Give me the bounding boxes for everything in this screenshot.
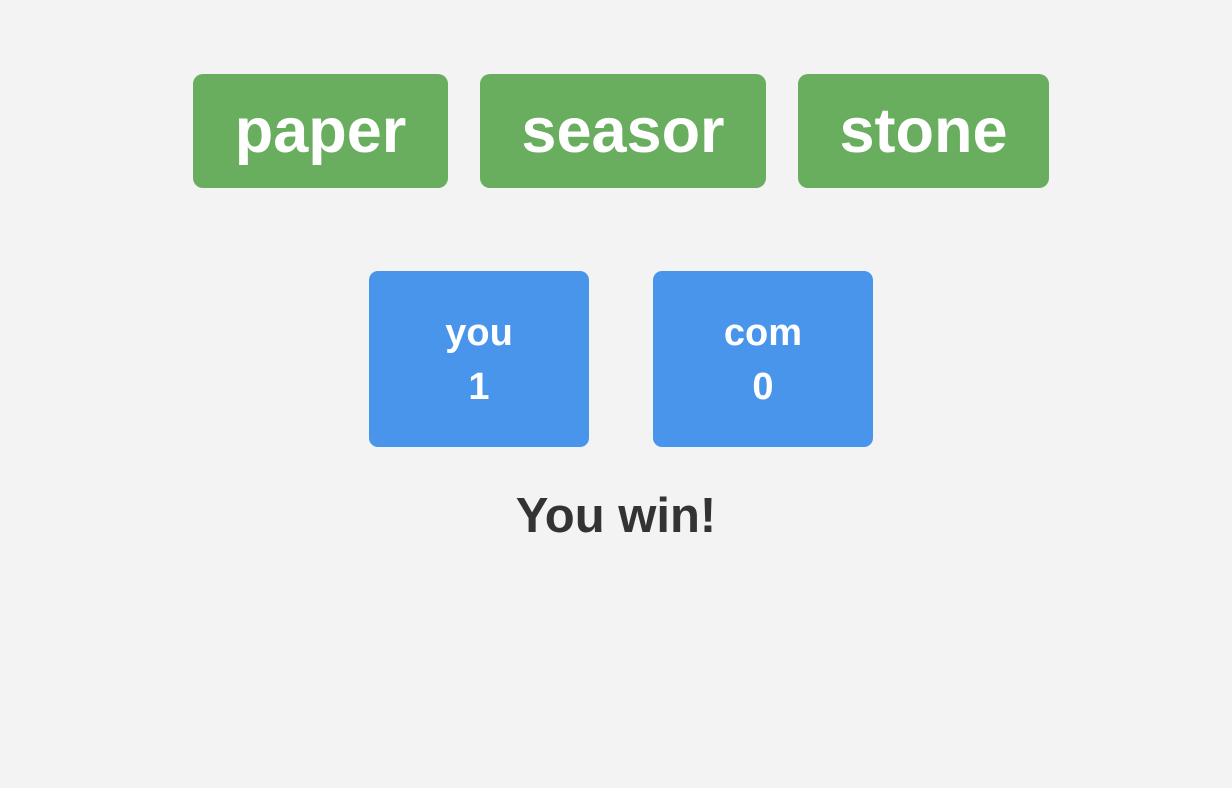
result-message: You win! (515, 489, 717, 543)
player-score-card: you 1 (369, 271, 589, 447)
seasor-button[interactable]: seasor (480, 74, 766, 188)
stone-button[interactable]: stone (798, 74, 1049, 188)
computer-score-label: com (723, 312, 803, 354)
player-score-label: you (445, 312, 513, 354)
paper-button[interactable]: paper (193, 74, 448, 188)
player-score-value: 1 (468, 366, 490, 408)
computer-score-card: com 0 (653, 271, 873, 447)
computer-score-value: 0 (752, 366, 774, 408)
